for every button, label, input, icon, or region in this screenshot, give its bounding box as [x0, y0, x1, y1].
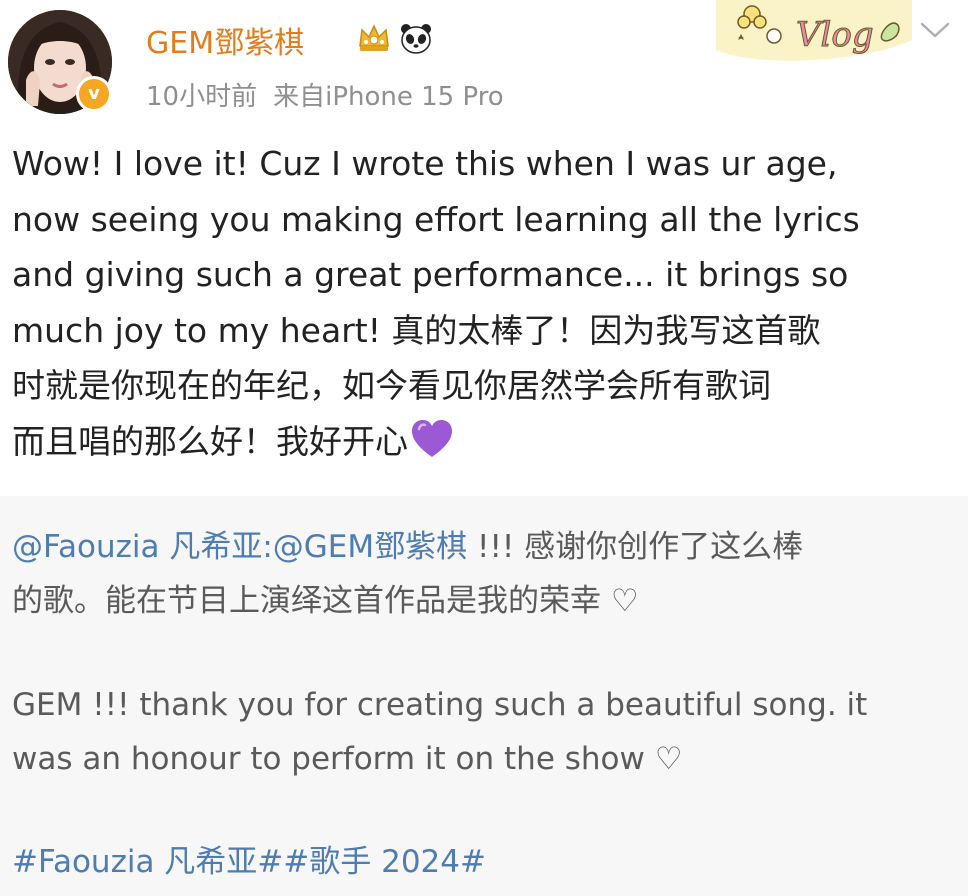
weibo-post-view: v GEM鄧紫棋 10小时前 来自iPhone 15 Pro Vlog Wow!… [0, 0, 968, 896]
repost-en-line-1: GEM !!! thank you for creating such a be… [12, 687, 868, 723]
hashtags: #Faouzia 凡希亚##歌手 2024# [12, 840, 958, 884]
post-line: 时就是你现在的年纪，如今看见你居然学会所有歌词 [12, 366, 771, 405]
repost-cn-text: @Faouzia 凡希亚:@GEM鄧紫棋 !!! 感谢你创作了这么棒 的歌。能在… [12, 520, 958, 628]
post-body: Wow! I love it! Cuz I wrote this when I … [12, 136, 958, 469]
post-line: and giving such a great performance... i… [12, 255, 849, 294]
hashtag-links[interactable]: #Faouzia 凡希亚##歌手 2024# [12, 840, 958, 884]
post-header: v GEM鄧紫棋 10小时前 来自iPhone 15 Pro Vlog [0, 0, 968, 130]
panda-icon [401, 24, 431, 54]
username[interactable]: GEM鄧紫棋 [146, 18, 304, 62]
post-line: Wow! I love it! Cuz I wrote this when I … [12, 144, 838, 183]
crown-icon [359, 24, 389, 51]
post-source[interactable]: 来自iPhone 15 Pro [273, 82, 504, 112]
mention-gem-link[interactable]: :@GEM鄧紫棋 [262, 529, 467, 565]
verified-badge: v [76, 76, 112, 112]
sticker-text: Vlog [796, 15, 874, 55]
mention-faouzia-link[interactable]: @Faouzia 凡希亚 [12, 529, 262, 565]
repost-en-line-2: was an honour to perform it on the show … [12, 741, 683, 777]
repost-cn-line-2: 的歌。能在节目上演绎这首作品是我的荣幸 ♡ [12, 583, 639, 619]
repost-cn-line-1-text: !!! 感谢你创作了这么棒 [467, 529, 804, 565]
post-line-last: 而且唱的那么好！我好开心 [12, 414, 958, 470]
purple-heart-icon [412, 419, 452, 457]
post-time: 10小时前 [146, 82, 258, 112]
post-line: much joy to my heart! 真的太棒了！因为我写这首歌 [12, 310, 821, 350]
repost-en-text: GEM !!! thank you for creating such a be… [12, 678, 958, 786]
post-meta: 10小时前 来自iPhone 15 Pro [146, 76, 504, 113]
vlog-sticker: Vlog [716, 0, 912, 61]
post-line: now seeing you making effort learning al… [12, 199, 860, 239]
repost-cn-line-1: @Faouzia 凡希亚:@GEM鄧紫棋 !!! 感谢你创作了这么棒 [12, 520, 958, 574]
chevron-down-icon[interactable] [918, 18, 952, 42]
repost-box[interactable]: @Faouzia 凡希亚:@GEM鄧紫棋 !!! 感谢你创作了这么棒 的歌。能在… [0, 496, 968, 896]
post-line-text: 而且唱的那么好！我好开心 [12, 421, 408, 461]
